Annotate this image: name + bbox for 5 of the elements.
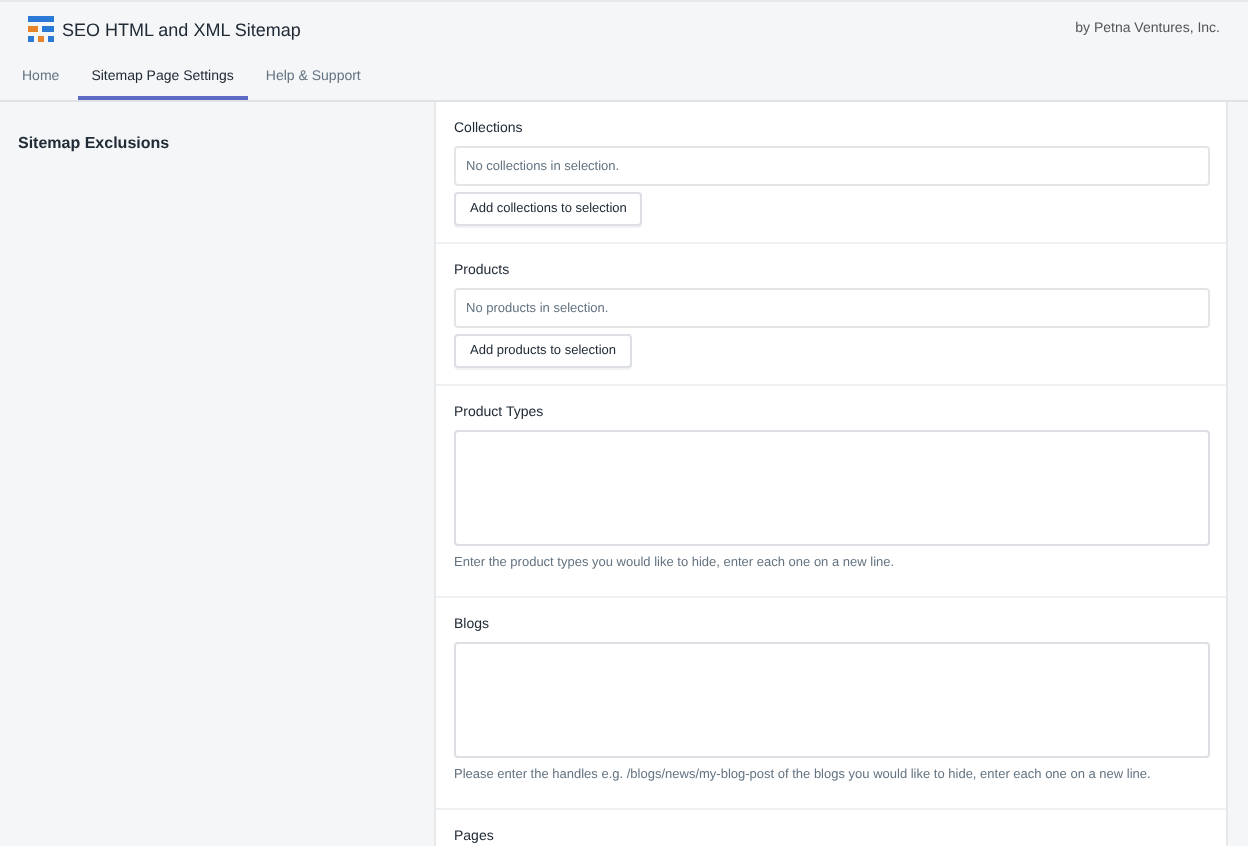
text-area[interactable]	[454, 642, 1210, 758]
text-area[interactable]	[454, 430, 1210, 546]
logo-icon	[28, 16, 54, 42]
app-title: SEO HTML and XML Sitemap	[62, 19, 301, 39]
section-heading: Sitemap Exclusions	[18, 134, 170, 152]
